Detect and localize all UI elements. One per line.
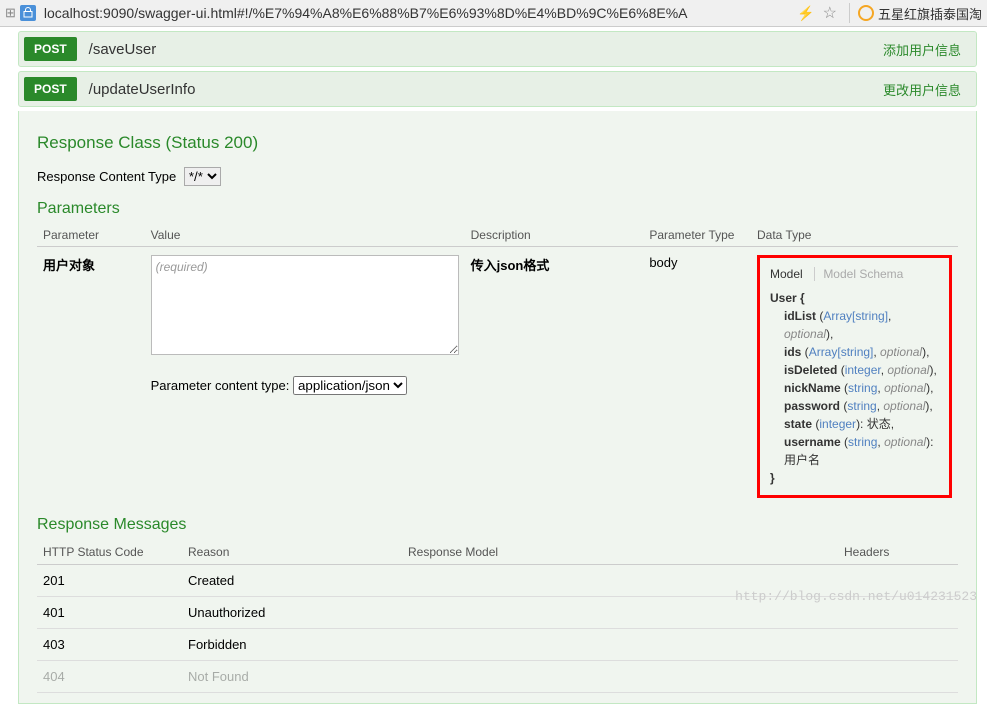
extension-icon[interactable] <box>858 5 874 21</box>
site-icon <box>20 5 36 21</box>
param-data-type-cell: Model Model Schema User { idList (Array[… <box>751 247 958 507</box>
col-description: Description <box>465 224 644 247</box>
parameters-table: Parameter Value Description Parameter Ty… <box>37 224 958 506</box>
responses-table: HTTP Status Code Reason Response Model H… <box>37 540 958 693</box>
col-headers: Headers <box>838 540 958 565</box>
param-name: 用户对象 <box>37 247 145 507</box>
tab-model-schema[interactable]: Model Schema <box>814 267 911 281</box>
parameter-row: 用户对象 Parameter content type: application… <box>37 247 958 507</box>
param-type: body <box>643 247 751 507</box>
browser-address-bar: ⊞ localhost:9090/swagger-ui.html#!/%E7%9… <box>0 0 987 27</box>
response-messages-header: Response Messages <box>37 516 958 534</box>
param-content-type-label: Parameter content type: <box>151 378 290 393</box>
col-reason: Reason <box>182 540 402 565</box>
response-row: 404Not Found <box>37 661 958 693</box>
param-value-cell: Parameter content type: application/json <box>145 247 465 507</box>
col-param-type: Parameter Type <box>643 224 751 247</box>
model-box: Model Model Schema User { idList (Array[… <box>757 255 952 498</box>
col-parameter: Parameter <box>37 224 145 247</box>
divider <box>849 3 850 23</box>
response-content-type-row: Response Content Type */* <box>37 167 958 186</box>
method-badge-post: POST <box>24 37 77 61</box>
response-row: 201Created <box>37 565 958 597</box>
bookmark-star-icon[interactable]: ☆ <box>819 3 841 23</box>
flash-icon[interactable]: ⚡ <box>797 5 814 22</box>
response-row: 401Unauthorized <box>37 597 958 629</box>
response-content-type-label: Response Content Type <box>37 169 176 184</box>
endpoint-row-saveuser[interactable]: POST /saveUser 添加用户信息 <box>18 31 977 67</box>
param-content-type-select[interactable]: application/json <box>293 376 407 395</box>
endpoint-row-updateuserinfo[interactable]: POST /updateUserInfo 更改用户信息 <box>18 71 977 107</box>
endpoint-summary: 更改用户信息 <box>883 80 971 99</box>
grid-icon[interactable]: ⊞ <box>5 5 16 21</box>
endpoint-path: /updateUserInfo <box>77 81 883 98</box>
col-response-model: Response Model <box>402 540 838 565</box>
endpoint-summary: 添加用户信息 <box>883 40 971 59</box>
param-description: 传入json格式 <box>465 247 644 507</box>
endpoint-path: /saveUser <box>77 41 883 58</box>
parameters-header: Parameters <box>37 200 958 218</box>
extension-label: 五星红旗插泰国淘 <box>878 4 982 23</box>
col-data-type: Data Type <box>751 224 958 247</box>
response-content-type-select[interactable]: */* <box>184 167 221 186</box>
col-status-code: HTTP Status Code <box>37 540 182 565</box>
model-signature: User { idList (Array[string], optional),… <box>770 289 939 487</box>
response-class-header: Response Class (Status 200) <box>37 133 958 153</box>
param-body-input[interactable] <box>151 255 459 355</box>
operation-detail-panel: Response Class (Status 200) Response Con… <box>18 111 977 704</box>
col-value: Value <box>145 224 465 247</box>
method-badge-post: POST <box>24 77 77 101</box>
tab-model[interactable]: Model <box>770 267 811 281</box>
response-row: 403Forbidden <box>37 629 958 661</box>
url-field[interactable]: localhost:9090/swagger-ui.html#!/%E7%94%… <box>40 3 793 23</box>
